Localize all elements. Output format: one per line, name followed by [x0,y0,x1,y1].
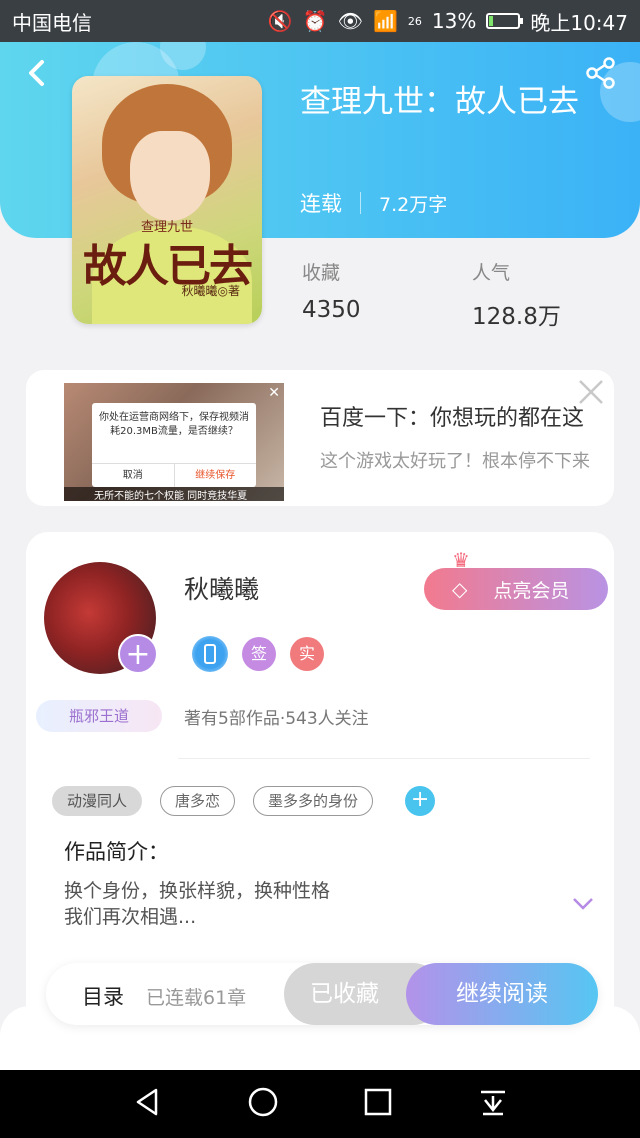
tag-item[interactable]: 动漫同人 [52,786,143,816]
vip-button-label: 点亮会员 [493,579,570,602]
ad-thumbnail-caption: 无所不能的七个权能 同时竞技华夏 [64,487,284,501]
ad-dialog-message: 你处在运营商网络下，保存视频消耗20.3MB流量，是否继续？ [99,412,249,437]
cover-art [130,131,210,221]
phone-icon [204,644,216,664]
carrier-label: 中国电信 [12,10,92,35]
intro-text: 换个身份，换张样貌，换种性格 我们再次相遇... [64,878,330,930]
bottom-action-bar: 目录 已连载61章 已收藏 继续阅读 [46,963,598,1025]
triangle-back-icon [136,1088,157,1116]
ad-description: 这个游戏太好玩了！根本停不下来 [320,451,590,472]
square-recents-icon [364,1088,391,1116]
toc-button[interactable]: 目录 [82,981,124,1011]
ad-close-button[interactable] [576,378,606,408]
status-icons: 🔇 ⏰ 👁 📶 26 13% 晚上10:47 [268,7,628,36]
back-button[interactable] [22,58,52,88]
book-cover[interactable]: 查理九世 故人已去 秋曦曦◎著 [72,76,262,324]
stat-popularity: 人气 128.8万 [472,258,561,331]
eye-icon: 👁 [337,9,363,33]
ad-dialog-buttons: 取消 继续保存 [92,463,256,487]
phone-verified-badge [192,636,228,672]
close-icon [579,380,603,404]
stat-label: 收藏 [302,262,341,284]
stat-value: 4350 [302,297,361,323]
real-name-badge: 实 [290,637,324,671]
tag-list: 动漫同人 唐多恋 墨多多的身份 + [52,786,436,816]
add-tag-button[interactable]: + [405,786,436,816]
circle-home-icon [248,1087,277,1117]
rank-badge: 瓶邪王道 [36,700,162,732]
pull-down-icon [480,1090,505,1116]
author-name[interactable]: 秋曦曦 [184,570,259,606]
wifi-icon: 📶 [373,9,398,33]
intro-label: 作品简介： [64,840,169,864]
chevron-down-icon [573,898,593,910]
battery-percent: 13% [431,9,477,33]
stat-label: 人气 [472,262,511,284]
book-meta: 连载 7.2万字 [300,188,447,218]
word-count: 7.2万字 [379,193,448,216]
battery-icon [486,13,524,29]
ad-card[interactable]: 你处在运营商网络下，保存视频消耗20.3MB流量，是否继续？ 取消 继续保存 ✕… [26,370,614,506]
clock: 晚上10:47 [530,10,628,35]
signal-label: 26 [407,14,422,28]
ad-thumbnail[interactable]: 你处在运营商网络下，保存视频消耗20.3MB流量，是否继续？ 取消 继续保存 ✕… [64,383,284,501]
chapter-count: 已连载61章 [146,987,247,1009]
ad-dialog-cancel: 取消 [122,470,143,481]
intro-line: 我们再次相遇... [64,906,197,928]
stat-favorites: 收藏 4350 [302,258,361,323]
diamond-icon: ◇ [452,577,468,601]
continue-reading-button[interactable]: 继续阅读 [406,963,598,1025]
recents-nav-button[interactable] [358,1086,398,1122]
close-icon: ✕ [268,385,280,401]
stat-value: 128.8万 [472,304,561,330]
intro-line: 换个身份，换张样貌，换种性格 [64,880,331,902]
divider [178,758,590,759]
plus-icon: + [125,637,151,672]
mute-icon: 🔇 [267,9,293,33]
meta-divider [360,192,361,214]
vip-button[interactable]: ◇ 点亮会员 [424,568,608,610]
share-icon [586,57,615,89]
signed-badge: 签 [242,637,276,671]
alarm-icon: ⏰ [302,9,328,33]
chevron-left-icon [29,60,44,86]
follow-button[interactable]: + [118,634,158,674]
author-badges: 签 实 [192,636,324,672]
back-nav-button[interactable] [128,1086,168,1122]
notification-nav-button[interactable] [473,1086,513,1122]
author-stats: 著有5部作品·543人关注 [184,709,369,729]
expand-button[interactable] [572,892,594,917]
system-nav-bar [0,1070,640,1138]
book-status: 连载 [300,192,342,216]
share-button[interactable] [584,56,618,90]
tag-item[interactable]: 唐多恋 [160,786,236,816]
book-title: 查理九世：故人已去 [300,84,579,120]
plus-icon: + [410,787,430,812]
ad-dialog-ok: 继续保存 [173,464,257,487]
ad-dialog-image: 你处在运营商网络下，保存视频消耗20.3MB流量，是否继续？ 取消 继续保存 [92,403,256,487]
cover-author: 秋曦曦◎著 [181,284,240,298]
ad-title[interactable]: 百度一下：你想玩的都在这 [320,400,584,432]
status-bar: 中国电信 🔇 ⏰ 👁 📶 26 13% 晚上10:47 [0,0,640,42]
home-nav-button[interactable] [243,1086,283,1122]
tag-item[interactable]: 墨多多的身份 [253,786,374,816]
